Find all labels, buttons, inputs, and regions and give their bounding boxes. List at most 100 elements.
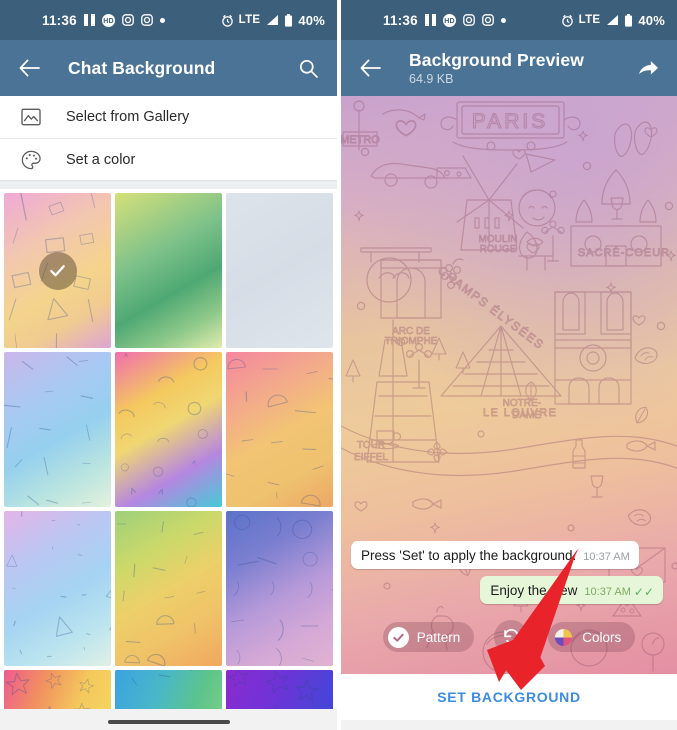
outgoing-message-bubble: Enjoy the view 10:37 AM ✓✓ — [480, 576, 663, 604]
alarm-icon — [221, 14, 234, 27]
wallpaper-thumbnail[interactable] — [115, 352, 222, 507]
hd-badge-icon: HD — [101, 13, 115, 27]
menu-item-select-from-gallery[interactable]: Select from Gallery — [0, 96, 337, 138]
gallery-image-icon — [18, 104, 44, 130]
file-size-label: 64.9 KB — [409, 72, 454, 86]
left-app-bar: Chat Background — [0, 40, 337, 96]
wallpaper-thumbnail[interactable] — [4, 511, 111, 666]
left-title-wrap: Chat Background — [68, 58, 215, 79]
rotate-left-icon[interactable] — [494, 620, 529, 654]
thumbnail-doodle-pattern — [115, 511, 222, 666]
gesture-bar-area-right — [341, 720, 677, 730]
svg-text:DAME: DAME — [512, 410, 541, 421]
preview-controls: Pattern Colors — [341, 620, 677, 654]
message-time: 10:37 AM — [584, 586, 631, 598]
preview-title-wrap: Background Preview 64.9 KB — [409, 50, 584, 86]
wallpaper-thumbnail[interactable] — [115, 511, 222, 666]
menu-item-label: Select from Gallery — [66, 109, 190, 125]
battery-percent: 40% — [298, 12, 325, 28]
menu-item-set-a-color[interactable]: Set a color — [0, 138, 337, 180]
page-title: Background Preview — [409, 50, 584, 70]
dual-screenshot-container: 11:36 HD LTE 40% Chat Background Select … — [0, 0, 677, 730]
message-text: Press 'Set' to apply the background. — [361, 548, 577, 563]
signal-icon — [265, 14, 279, 26]
home-gesture-bar[interactable] — [107, 720, 230, 724]
svg-text:SACRÉ-COEUR: SACRÉ-COEUR — [578, 246, 670, 259]
wallpaper-thumbnail[interactable] — [226, 511, 333, 666]
section-divider — [0, 180, 337, 189]
status-bar-left: 11:36 HD LTE 40% — [0, 0, 337, 40]
set-background-button[interactable]: SET BACKGROUND — [437, 689, 581, 705]
right-phone-screen: 11:36 HD LTE 40% Background Preview 64.9… — [341, 0, 677, 730]
svg-text:METRO: METRO — [341, 134, 380, 146]
left-phone-screen: 11:36 HD LTE 40% Chat Background Select … — [0, 0, 337, 730]
thumbnail-doodle-pattern — [115, 352, 222, 507]
page-title: Chat Background — [68, 57, 216, 78]
check-icon — [38, 251, 77, 290]
search-icon[interactable] — [293, 53, 323, 83]
hd-badge-icon: HD — [442, 13, 456, 27]
pattern-label: Pattern — [416, 629, 461, 645]
share-icon[interactable] — [633, 53, 663, 83]
battery-percent: 40% — [638, 12, 665, 28]
alarm-icon — [561, 14, 574, 27]
outgoing-message-row: Enjoy the view 10:37 AM ✓✓ — [351, 576, 667, 604]
network-type-label: LTE — [578, 14, 601, 26]
wallpaper-thumbnail[interactable] — [226, 352, 333, 507]
color-wheel-icon — [553, 627, 574, 648]
status-bar-left-icons: 11:36 HD — [383, 13, 506, 28]
battery-icon — [624, 13, 633, 27]
wallpaper-thumbnail[interactable] — [4, 193, 111, 348]
incoming-message-bubble: Press 'Set' to apply the background. 10:… — [351, 541, 639, 569]
back-arrow-icon[interactable] — [355, 53, 385, 83]
svg-text:NOTRE-: NOTRE- — [503, 398, 541, 409]
pattern-toggle[interactable]: Pattern — [382, 622, 475, 652]
instagram-icon — [481, 14, 494, 26]
svg-text:CHAMPS ÉLYSÉES: CHAMPS ÉLYSÉES — [435, 262, 547, 352]
chat-bubbles: Press 'Set' to apply the background. 10:… — [341, 541, 677, 604]
signal-icon — [605, 14, 619, 26]
thumbnail-doodle-pattern — [4, 511, 111, 666]
svg-text:ROUGE: ROUGE — [480, 244, 517, 255]
status-bar-left-icons: 11:36 HD — [42, 13, 165, 28]
network-type-label: LTE — [238, 14, 261, 26]
wallpaper-grid — [0, 189, 337, 726]
message-text: Enjoy the view — [490, 583, 578, 598]
status-time: 11:36 — [42, 12, 77, 28]
instagram-icon — [462, 14, 475, 26]
check-circle-icon — [387, 626, 409, 648]
dot-icon — [500, 17, 506, 23]
message-time: 10:37 AM — [583, 551, 630, 563]
battery-icon — [284, 13, 293, 27]
status-bar-right: 11:36 HD LTE 40% — [341, 0, 677, 40]
set-background-bar: SET BACKGROUND — [341, 674, 677, 720]
wallpaper-thumbnail[interactable] — [4, 352, 111, 507]
svg-text:HD: HD — [103, 18, 114, 25]
background-preview-area[interactable]: PARIS METRO MOULIN ROUGE SACRÉ-COEUR ARC… — [341, 96, 677, 674]
thumbnail-doodle-pattern — [226, 511, 333, 666]
background-options-menu: Select from Gallery Set a color — [0, 96, 337, 180]
right-app-bar: Background Preview 64.9 KB — [341, 40, 677, 96]
status-bar-right-icons: LTE 40% — [221, 13, 325, 28]
instagram-icon — [140, 14, 153, 26]
thumbnail-doodle-pattern — [226, 352, 333, 507]
read-receipt-ticks: ✓✓ — [633, 585, 654, 599]
wallpaper-thumbnail[interactable] — [115, 193, 222, 348]
svg-text:HD: HD — [444, 18, 455, 25]
colors-button[interactable]: Colors — [548, 622, 636, 652]
pause-icon — [83, 14, 95, 26]
gesture-bar-area-left — [0, 709, 337, 730]
back-arrow-icon[interactable] — [14, 53, 44, 83]
colors-label: Colors — [582, 629, 622, 645]
thumbnail-doodle-pattern — [4, 352, 111, 507]
menu-item-label: Set a color — [66, 151, 136, 168]
thumbnail-doodle-pattern — [115, 193, 222, 348]
wallpaper-thumbnail[interactable] — [226, 193, 333, 348]
instagram-icon — [121, 14, 134, 26]
pause-icon — [424, 14, 436, 26]
thumbnail-doodle-pattern — [226, 193, 333, 348]
dot-icon — [159, 17, 165, 23]
status-time: 11:36 — [383, 12, 418, 28]
wallpaper-grid-scroll[interactable] — [0, 189, 337, 730]
status-bar-right-icons: LTE 40% — [561, 13, 665, 28]
